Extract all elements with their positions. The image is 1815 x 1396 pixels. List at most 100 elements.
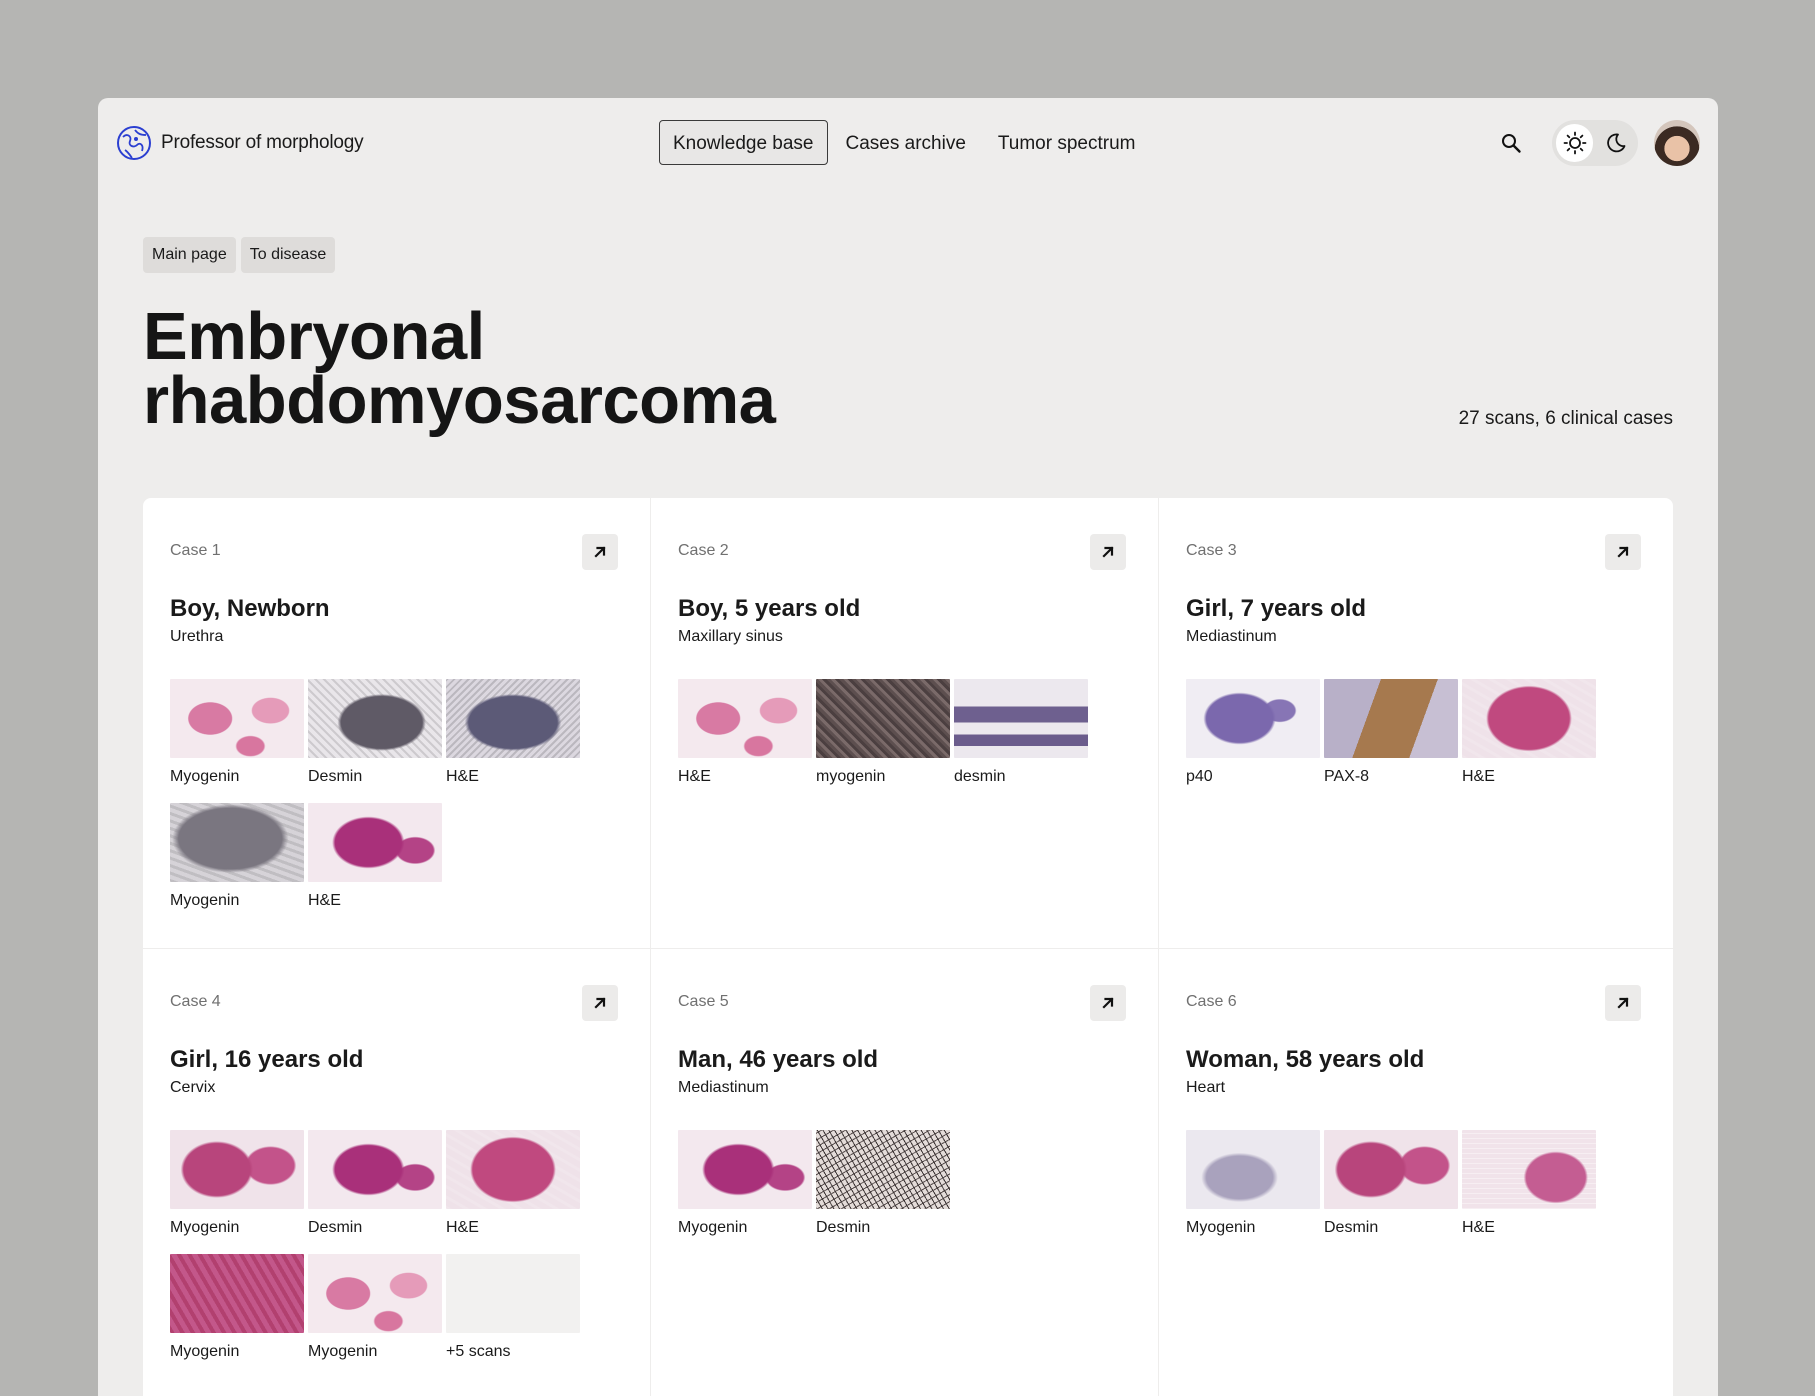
open-case-button[interactable] <box>1605 985 1641 1021</box>
open-case-button[interactable] <box>582 534 618 570</box>
main-nav: Knowledge base Cases archive Tumor spect… <box>659 120 1154 165</box>
case-title: Girl, 7 years old <box>1186 595 1367 622</box>
cases-grid: Case 1 Boy, Newborn Urethra Myogenin Desm… <box>143 498 1673 1396</box>
scan-thumbnail[interactable]: Myogenin <box>678 1130 812 1238</box>
scan-image <box>446 1254 580 1333</box>
arrow-up-right-icon <box>1102 546 1114 558</box>
scan-label: H&E <box>308 892 341 909</box>
nav-cases-archive[interactable]: Cases archive <box>832 120 980 165</box>
scan-thumbnail[interactable]: PAX-8 <box>1324 679 1458 787</box>
moon-icon <box>1606 133 1625 153</box>
scan-thumbnail[interactable]: Myogenin <box>308 1254 442 1362</box>
user-avatar[interactable] <box>1654 120 1700 166</box>
nav-tumor-spectrum[interactable]: Tumor spectrum <box>984 120 1150 165</box>
app-window: Professor of morphology Knowledge base C… <box>98 98 1718 1396</box>
arrow-up-right-icon <box>594 997 606 1009</box>
case-label: Case 5 <box>678 993 729 1010</box>
scan-label: Myogenin <box>170 1343 240 1360</box>
scan-thumbnail[interactable]: p40 <box>1186 679 1320 787</box>
case-card-1: Case 1 Boy, Newborn Urethra Myogenin Desm… <box>143 498 651 949</box>
nav-knowledge-base[interactable]: Knowledge base <box>659 120 828 165</box>
page-title: Embryonal rhabdomyosarcoma <box>143 303 943 438</box>
scan-image <box>308 1254 442 1333</box>
case-site: Heart <box>1186 1079 1226 1096</box>
case-label: Case 1 <box>170 542 221 559</box>
scan-thumbnail[interactable]: Myogenin <box>170 679 304 787</box>
scan-image <box>1186 1130 1320 1209</box>
case-label: Case 6 <box>1186 993 1237 1010</box>
dark-theme-button[interactable] <box>1597 124 1634 162</box>
breadcrumb-main-page[interactable]: Main page <box>143 237 236 273</box>
scan-thumbnail[interactable]: Desmin <box>308 1130 442 1238</box>
case-card-5: Case 5 Man, 46 years old Mediastinum Myo… <box>651 949 1159 1396</box>
search-button[interactable] <box>1496 128 1526 158</box>
case-site: Urethra <box>170 628 224 645</box>
scan-thumbnail[interactable]: H&E <box>1462 1130 1596 1238</box>
breadcrumb: Main page To disease <box>143 237 336 273</box>
case-site: Mediastinum <box>678 1079 769 1096</box>
page-title-line-2: rhabdomyosarcoma <box>143 363 776 438</box>
brand-name: Professor of morphology <box>161 132 364 153</box>
theme-toggle[interactable] <box>1552 120 1638 166</box>
scan-label: Myogenin <box>170 892 240 909</box>
brand[interactable]: Professor of morphology <box>115 124 364 162</box>
open-case-button[interactable] <box>582 985 618 1021</box>
scan-image <box>816 679 950 758</box>
scan-thumbnail[interactable]: +5 scans <box>446 1254 580 1362</box>
scan-thumbnail[interactable]: H&E <box>1462 679 1596 787</box>
scan-image <box>170 1130 304 1209</box>
scan-label: H&E <box>678 768 711 785</box>
scan-thumbnail[interactable]: Desmin <box>1324 1130 1458 1238</box>
scan-thumbnail[interactable]: Desmin <box>308 679 442 787</box>
case-site: Mediastinum <box>1186 628 1277 645</box>
globe-logo-icon <box>117 126 151 160</box>
case-title: Man, 46 years old <box>678 1046 879 1073</box>
case-card-6: Case 6 Woman, 58 years old Heart Myogeni… <box>1159 949 1673 1396</box>
scan-label: H&E <box>446 1219 479 1236</box>
scan-thumbnail[interactable]: H&E <box>678 679 812 787</box>
sun-icon <box>1563 131 1586 155</box>
scan-label: Desmin <box>1324 1219 1379 1236</box>
scan-label: myogenin <box>816 768 886 785</box>
scan-thumbnail[interactable]: Myogenin <box>170 1254 304 1362</box>
case-site: Cervix <box>170 1079 216 1096</box>
scan-label: desmin <box>954 768 1006 785</box>
scan-image <box>1324 1130 1458 1209</box>
scan-image <box>170 803 304 882</box>
scan-image <box>678 679 812 758</box>
case-label: Case 4 <box>170 993 221 1010</box>
scan-thumbnail[interactable]: myogenin <box>816 679 950 787</box>
scan-thumbnail[interactable]: H&E <box>308 803 442 911</box>
case-title: Boy, 5 years old <box>678 595 861 622</box>
light-theme-button[interactable] <box>1556 124 1593 162</box>
scan-image <box>954 679 1088 758</box>
scan-thumbnail[interactable]: Myogenin <box>170 1130 304 1238</box>
scan-image <box>308 679 442 758</box>
scan-label: Myogenin <box>170 1219 240 1236</box>
scan-thumbnail[interactable]: Desmin <box>816 1130 950 1238</box>
top-bar: Professor of morphology Knowledge base C… <box>98 98 1718 188</box>
case-site: Maxillary sinus <box>678 628 783 645</box>
scan-thumbnail[interactable]: H&E <box>446 1130 580 1238</box>
case-label: Case 2 <box>678 542 729 559</box>
scan-thumbnail[interactable]: Myogenin <box>1186 1130 1320 1238</box>
case-label: Case 3 <box>1186 542 1237 559</box>
scan-summary: 27 scans, 6 clinical cases <box>1458 408 1673 429</box>
scan-list: Myogenin Desmin H&E Myogenin H&E <box>170 679 590 911</box>
scan-thumbnail[interactable]: desmin <box>954 679 1088 787</box>
breadcrumb-to-disease[interactable]: To disease <box>240 237 336 273</box>
scan-image <box>816 1130 950 1209</box>
open-case-button[interactable] <box>1090 985 1126 1021</box>
case-title: Girl, 16 years old <box>170 1046 364 1073</box>
scan-thumbnail[interactable]: Myogenin <box>170 803 304 911</box>
open-case-button[interactable] <box>1605 534 1641 570</box>
scan-thumbnail[interactable]: H&E <box>446 679 580 787</box>
open-case-button[interactable] <box>1090 534 1126 570</box>
scan-image <box>308 1130 442 1209</box>
scan-label: Myogenin <box>1186 1219 1256 1236</box>
case-title: Woman, 58 years old <box>1186 1046 1425 1073</box>
case-card-4: Case 4 Girl, 16 years old Cervix Myogeni… <box>143 949 651 1396</box>
scan-label: Myogenin <box>170 768 240 785</box>
scan-list: Myogenin Desmin <box>678 1130 1098 1238</box>
scan-label: p40 <box>1186 768 1213 785</box>
